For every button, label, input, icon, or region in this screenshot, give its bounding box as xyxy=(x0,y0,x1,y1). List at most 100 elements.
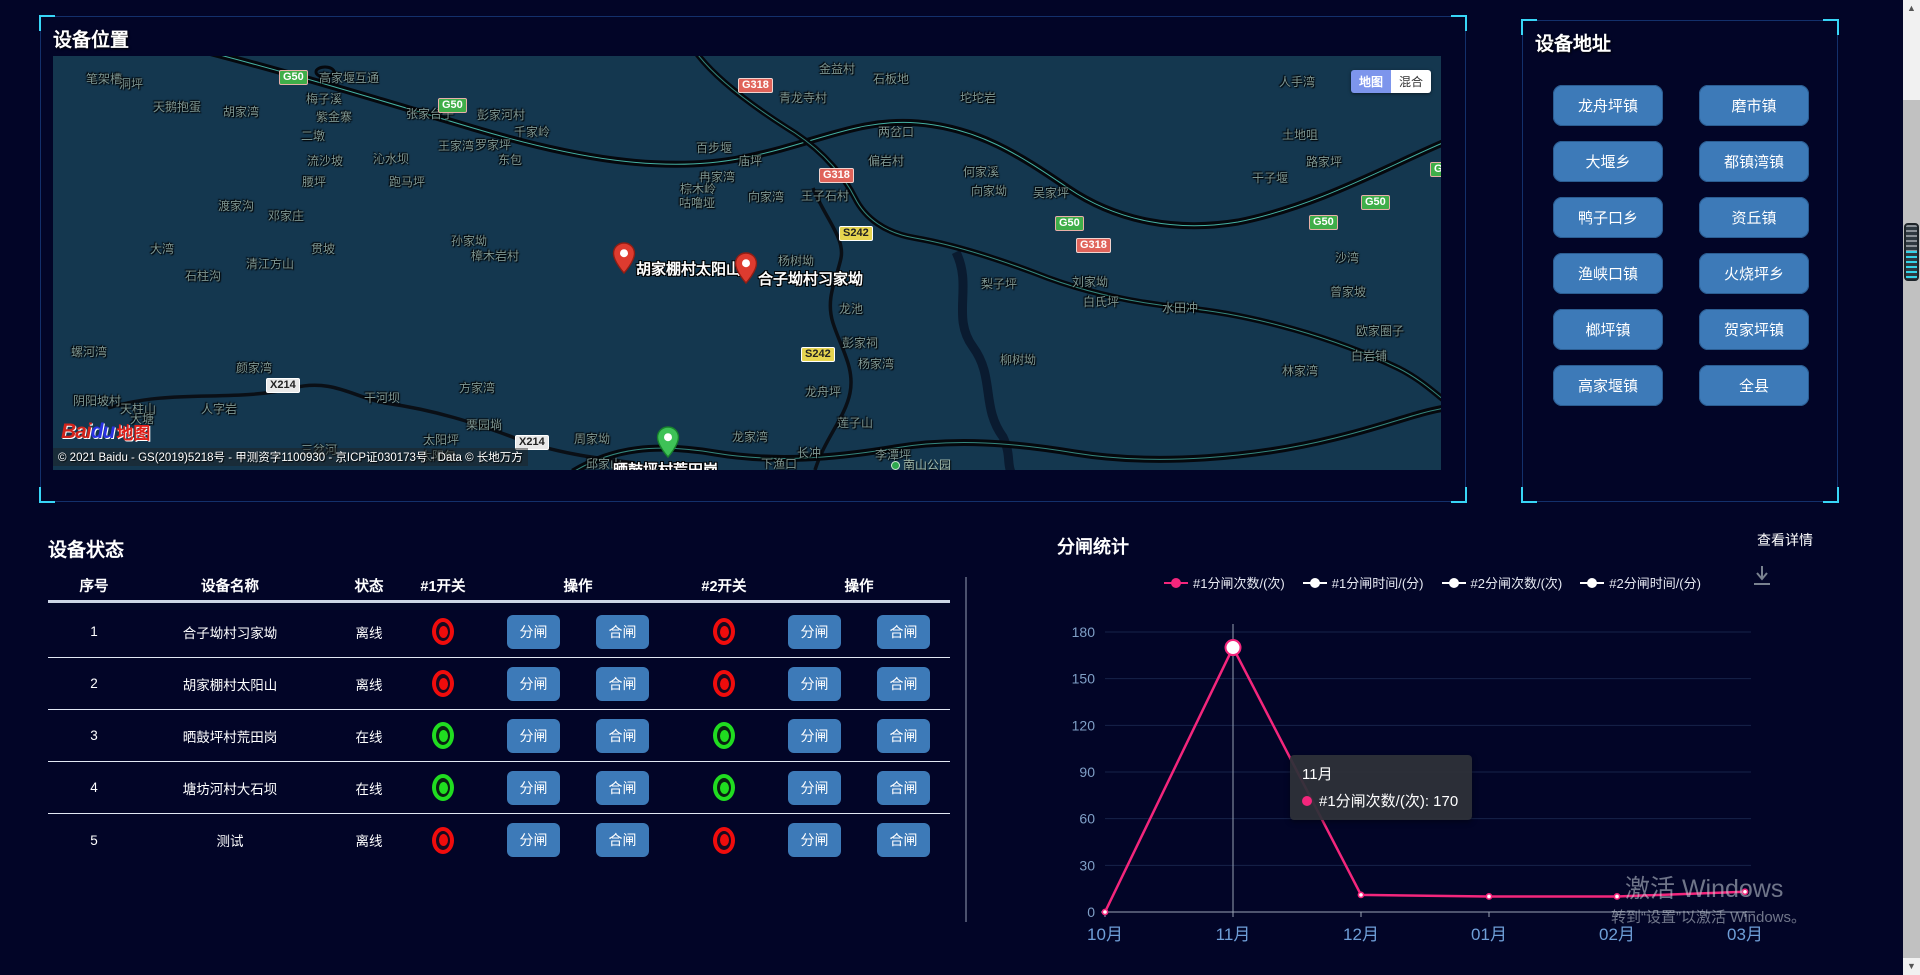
status-indicator-red xyxy=(432,618,454,645)
cell-index: 4 xyxy=(48,780,140,795)
map-place-label: 洞坪 xyxy=(119,75,143,92)
open-switch-button[interactable]: 分闸 xyxy=(507,823,560,857)
map-place-label: 腰坪 xyxy=(302,173,326,190)
map-place-label: 何家溪 xyxy=(963,163,999,180)
address-button[interactable]: 资丘镇 xyxy=(1699,197,1809,238)
open-switch-button[interactable]: 分闸 xyxy=(788,771,841,805)
map-pin-red[interactable] xyxy=(612,242,636,274)
indicator-core xyxy=(720,730,729,742)
cell-status: 在线 xyxy=(320,778,418,798)
legend-item[interactable]: #1分闸次数/(次) xyxy=(1164,573,1285,592)
close-switch-button[interactable]: 合闸 xyxy=(596,667,649,701)
road-badge-g318: G318 xyxy=(738,78,773,93)
address-button[interactable]: 高家堰镇 xyxy=(1553,365,1663,406)
legend-item[interactable]: #2分闸时间/(分) xyxy=(1580,573,1701,592)
address-button[interactable]: 贺家坪镇 xyxy=(1699,309,1809,350)
map-place-label: 渡家沟 xyxy=(218,197,254,214)
cell-operations: 分闸 合闸 xyxy=(468,667,688,701)
svg-text:30: 30 xyxy=(1079,857,1095,873)
chart-title: 分闸统计 xyxy=(1057,533,1129,559)
status-panel-title: 设备状态 xyxy=(48,535,124,562)
map-place-label: 干河坝 xyxy=(364,389,400,406)
cell-operations: 分闸 合闸 xyxy=(468,719,688,753)
map-place-label: 路家坪 xyxy=(1306,153,1342,170)
view-details-link[interactable]: 查看详情 xyxy=(1757,530,1813,550)
address-button[interactable]: 火烧坪乡 xyxy=(1699,253,1809,294)
windows-activation-watermark-sub: 转到“设置”以激活 Windows。 xyxy=(1611,906,1806,927)
indicator-core xyxy=(439,678,448,690)
map-type-option-inactive[interactable]: 混合 xyxy=(1391,70,1431,93)
map-place-label: 龙家湾 xyxy=(732,428,768,445)
address-button[interactable]: 鸭子口乡 xyxy=(1553,197,1663,238)
close-switch-button[interactable]: 合闸 xyxy=(596,771,649,805)
address-button-grid: 龙舟坪镇磨市镇大堰乡都镇湾镇鸭子口乡资丘镇渔峡口镇火烧坪乡榔坪镇贺家坪镇高家堰镇… xyxy=(1553,85,1809,406)
svg-text:150: 150 xyxy=(1072,671,1096,687)
cell-index: 2 xyxy=(48,676,140,691)
open-switch-button[interactable]: 分闸 xyxy=(507,719,560,753)
open-switch-button[interactable]: 分闸 xyxy=(788,823,841,857)
map-place-label: 青龙寺村 xyxy=(779,89,827,106)
map-place-label: 冉家湾 xyxy=(699,168,735,185)
map-pin-red[interactable] xyxy=(734,252,758,284)
legend-item[interactable]: #2分闸次数/(次) xyxy=(1442,573,1563,592)
close-switch-button[interactable]: 合闸 xyxy=(596,823,649,857)
close-switch-button[interactable]: 合闸 xyxy=(877,823,930,857)
indicator-core xyxy=(720,782,729,794)
road-badge-s242: S242 xyxy=(801,347,835,362)
close-switch-button[interactable]: 合闸 xyxy=(877,719,930,753)
cell-operations: 分闸 合闸 xyxy=(760,615,958,649)
map-type-control[interactable]: 地图混合 xyxy=(1351,70,1431,93)
open-switch-button[interactable]: 分闸 xyxy=(788,719,841,753)
legend-marker xyxy=(1580,579,1604,587)
close-switch-button[interactable]: 合闸 xyxy=(877,771,930,805)
table-header-cell: 设备名称 xyxy=(140,575,320,596)
cell-status: 离线 xyxy=(320,622,418,642)
open-switch-button[interactable]: 分闸 xyxy=(788,615,841,649)
legend-marker xyxy=(1442,579,1466,587)
road-badge-g50: G50 xyxy=(1055,216,1084,231)
map-place-label: 天鹅抱蛋 xyxy=(153,98,201,115)
address-button[interactable]: 渔峡口镇 xyxy=(1553,253,1663,294)
close-switch-button[interactable]: 合闸 xyxy=(596,615,649,649)
open-switch-button[interactable]: 分闸 xyxy=(507,771,560,805)
scrollbar-down-arrow[interactable]: ▼ xyxy=(1903,958,1920,975)
corner-decoration xyxy=(1451,487,1467,503)
close-switch-button[interactable]: 合闸 xyxy=(877,615,930,649)
open-switch-button[interactable]: 分闸 xyxy=(507,615,560,649)
map-place-label: 向家坳 xyxy=(971,182,1007,199)
browser-scrollbar[interactable]: ▲ ▼ xyxy=(1903,0,1920,975)
road-badge-g50: G50 xyxy=(438,98,467,113)
legend-dot xyxy=(1587,578,1597,588)
scrollbar-up-arrow[interactable]: ▲ xyxy=(1903,0,1920,17)
map-place-label: 龙舟坪 xyxy=(805,383,841,400)
address-button[interactable]: 磨市镇 xyxy=(1699,85,1809,126)
park-icon xyxy=(891,461,900,470)
map-place-label: 大湾 xyxy=(150,240,174,257)
address-button[interactable]: 大堰乡 xyxy=(1553,141,1663,182)
table-header: 序号设备名称状态#1开关操作#2开关操作 xyxy=(48,571,950,603)
baidu-map[interactable]: 笔架槽洞坪高家堰互通天鹅抱蛋胡家湾梅子溪紫金寨二墩流沙坡沁水坝张家台子彭家河村千… xyxy=(53,56,1441,470)
map-place-label: 太阳坪 xyxy=(423,431,459,448)
map-place-label: 长冲 xyxy=(797,444,821,461)
legend-item[interactable]: #1分闸时间/(分) xyxy=(1303,573,1424,592)
status-indicator-red xyxy=(432,670,454,697)
open-switch-button[interactable]: 分闸 xyxy=(507,667,560,701)
open-switch-button[interactable]: 分闸 xyxy=(788,667,841,701)
map-place-label: 跑马坪 xyxy=(389,173,425,190)
address-button[interactable]: 龙舟坪镇 xyxy=(1553,85,1663,126)
corner-decoration xyxy=(1823,19,1839,35)
address-button[interactable]: 全县 xyxy=(1699,365,1809,406)
table-scrollbar[interactable] xyxy=(965,577,967,922)
cell-device-name: 合子坳村习家坳 xyxy=(140,622,320,642)
close-switch-button[interactable]: 合闸 xyxy=(596,719,649,753)
map-pin-green[interactable] xyxy=(656,426,680,458)
address-button[interactable]: 都镇湾镇 xyxy=(1699,141,1809,182)
close-switch-button[interactable]: 合闸 xyxy=(877,667,930,701)
map-type-option-active[interactable]: 地图 xyxy=(1351,70,1391,93)
cell-status: 在线 xyxy=(320,726,418,746)
map-place-label: 彭家河村 xyxy=(477,106,525,123)
baidu-logo-du: du xyxy=(91,420,115,444)
address-button[interactable]: 榔坪镇 xyxy=(1553,309,1663,350)
device-address-panel: 设备地址 龙舟坪镇磨市镇大堰乡都镇湾镇鸭子口乡资丘镇渔峡口镇火烧坪乡榔坪镇贺家坪… xyxy=(1522,20,1838,502)
map-place-label: 阴阳坡村 xyxy=(73,392,121,409)
